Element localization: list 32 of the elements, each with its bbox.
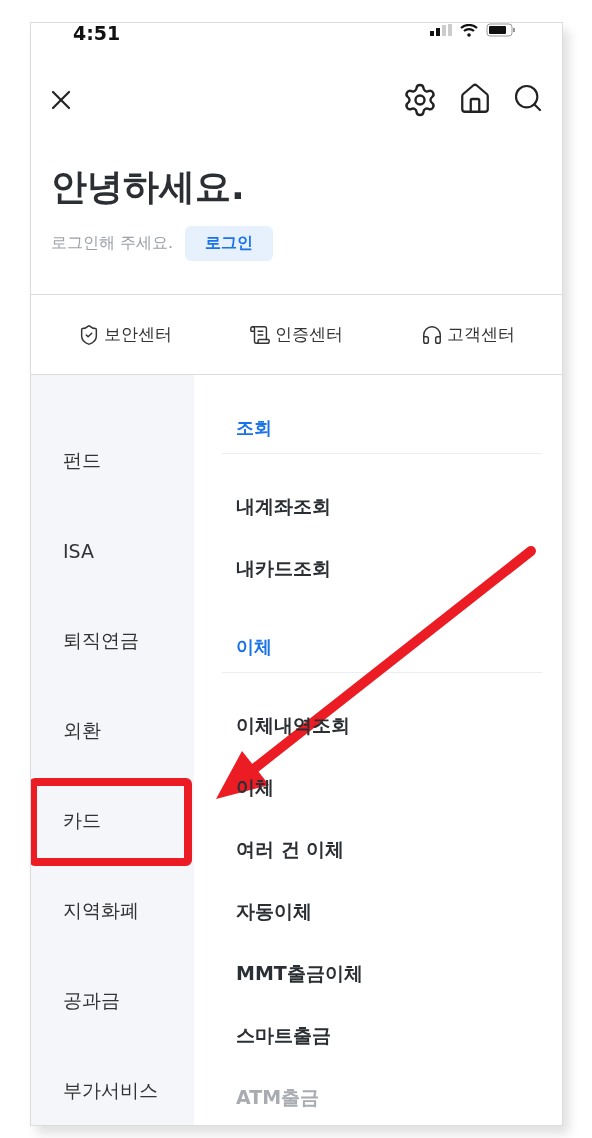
shortcut-link[interactable]: 보안센터 — [77, 323, 172, 346]
search-icon — [512, 82, 544, 114]
menu-item[interactable]: MMT출금이체 — [222, 943, 542, 1005]
sidebar-item[interactable]: 지역화폐 — [31, 866, 194, 956]
menu-item[interactable]: 자동이체 — [222, 881, 542, 943]
section-heading: 조회 — [222, 403, 542, 454]
sidebar-item[interactable]: ISA — [31, 506, 194, 596]
headset-icon — [421, 323, 444, 346]
menu-item[interactable]: 내카드조회 — [222, 538, 542, 600]
shortcut-link[interactable]: 인증센터 — [249, 323, 344, 346]
home-icon — [458, 82, 492, 116]
menu-item[interactable]: 내계좌조회 — [222, 476, 542, 538]
battery-icon — [486, 23, 516, 37]
section-heading: 이체 — [222, 622, 542, 673]
login-prompt: 로그인해 주세요. — [51, 233, 174, 254]
sidebar-item[interactable]: 퇴직연금 — [31, 596, 194, 686]
document-icon — [249, 323, 272, 346]
menu-item[interactable]: 스마트출금 — [222, 1005, 542, 1067]
settings-button[interactable] — [402, 82, 438, 118]
greeting-title: 안녕하세요. — [51, 165, 246, 209]
wifi-icon — [460, 23, 478, 37]
login-button[interactable]: 로그인 — [185, 226, 274, 261]
menu-item[interactable]: 여러 건 이체 — [222, 819, 542, 881]
sidebar-item[interactable]: 펀드 — [31, 416, 194, 506]
signal-icon — [430, 24, 452, 36]
sidebar-item[interactable]: 외환 — [31, 686, 194, 776]
sidebar-item[interactable]: 카드 — [31, 776, 194, 866]
status-time: 4:51 — [73, 23, 121, 43]
shortcut-link[interactable]: 고객센터 — [421, 323, 516, 346]
sidebar-item[interactable]: 공과금 — [31, 956, 194, 1046]
settings-icon — [402, 82, 438, 118]
sidebar-item[interactable]: 부가서비스 — [31, 1046, 194, 1125]
